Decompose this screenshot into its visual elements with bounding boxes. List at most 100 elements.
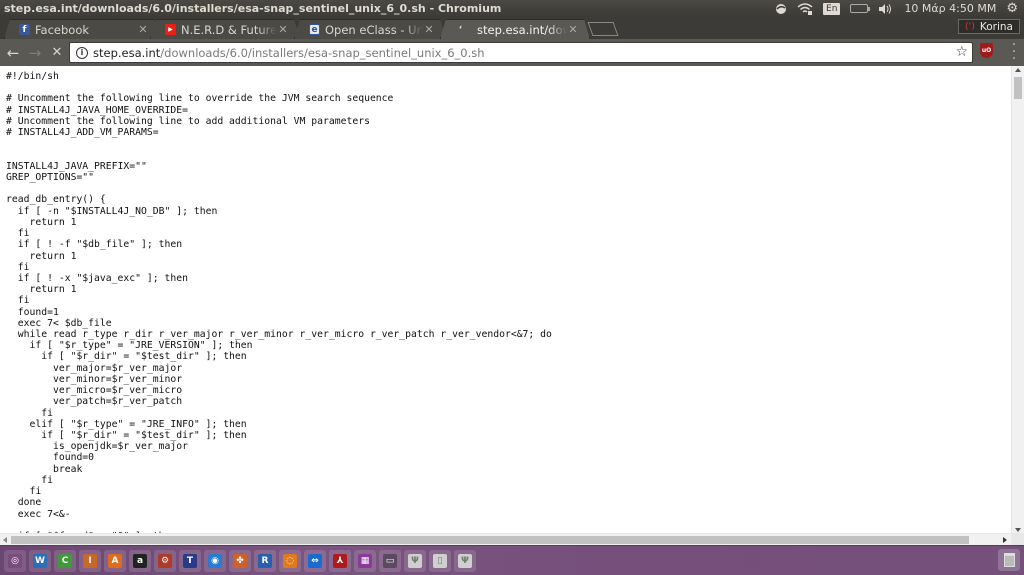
software-center-icon[interactable]: A: [104, 549, 126, 572]
chromium-icon[interactable]: ◉: [204, 549, 226, 572]
scroll-down-arrow-icon[interactable]: [1015, 528, 1021, 532]
source-text: #!/bin/sh # Uncomment the following line…: [6, 71, 552, 542]
libreoffice-writer-icon[interactable]: W: [29, 549, 51, 572]
scrollbar-corner: [1011, 533, 1024, 545]
source-line: GREP_OPTIONS="": [6, 171, 95, 183]
usb-drive-icon[interactable]: Ψ: [404, 549, 426, 572]
stop-button[interactable]: ✕: [46, 42, 68, 64]
url-host: step.esa.int: [93, 45, 161, 60]
keyboard-layout-indicator[interactable]: En: [823, 2, 841, 15]
scroll-left-arrow-icon[interactable]: [3, 537, 7, 543]
ublock-extension-icon[interactable]: uO: [980, 43, 993, 58]
tab-nerd-future[interactable]: ▶ N.E.R.D & Future - 1 ✕: [150, 19, 300, 39]
tab-step-esa[interactable]: ʻ step.esa.int/downloads ✕: [440, 19, 590, 39]
source-line: while read r_type r_dir r_ver_major r_ve…: [6, 329, 552, 341]
source-line: return 1: [6, 216, 77, 228]
url-path: /downloads/6.0/installers/esa-snap_senti…: [160, 45, 485, 60]
usb-stick-icon[interactable]: ▯: [429, 549, 451, 572]
chromium-glyph: ◉: [208, 553, 222, 568]
facebook-icon: f: [19, 24, 30, 35]
source-line: [6, 183, 552, 194]
source-line: ver_minor=$r_ver_minor: [6, 373, 183, 385]
window-title-bar: step.esa.int/downloads/6.0/installers/es…: [0, 0, 1024, 17]
close-tab-icon[interactable]: ✕: [423, 23, 435, 36]
source-line: found=0: [6, 452, 95, 464]
source-line: fi: [6, 407, 53, 419]
usb-drive-glyph: Ψ: [408, 553, 422, 568]
source-line: return 1: [6, 250, 77, 262]
profile-icon: (ʻ): [964, 21, 975, 32]
horizontal-scroll-thumb[interactable]: [11, 536, 969, 544]
close-tab-icon[interactable]: ✕: [137, 23, 149, 36]
texmaker-icon[interactable]: T: [179, 549, 201, 572]
horizontal-scrollbar[interactable]: [0, 533, 1011, 545]
rstudio-glyph: R: [258, 553, 272, 568]
tab-title: Facebook: [35, 22, 90, 37]
chrome-menu-icon[interactable]: · · ·: [1011, 38, 1017, 66]
window-glyph: ▭: [383, 553, 397, 568]
amazon-icon[interactable]: a: [129, 549, 151, 572]
source-line: if [ -n "$INSTALL4J_NO_DB" ]; then: [6, 205, 218, 217]
profile-name: Korina: [979, 20, 1013, 33]
libreoffice-calc-icon[interactable]: C: [54, 549, 76, 572]
tab-facebook[interactable]: f Facebook ✕: [4, 19, 160, 39]
usb-drive-2-icon[interactable]: Ψ: [454, 549, 476, 572]
tab-title: N.E.R.D & Future - 1: [181, 22, 277, 37]
source-line: if [ "$r_dir" = "$test_dir" ]; then: [6, 430, 247, 441]
source-line: if [ ! -f "$db_file" ]; then: [6, 239, 183, 251]
libreoffice-impress-icon[interactable]: I: [79, 549, 101, 572]
profile-button[interactable]: (ʻ) Korina: [957, 19, 1020, 34]
clock[interactable]: 10 Μάρ 4:50 ΜΜ: [904, 2, 996, 16]
tab-title: Open eClass - Univ.: [325, 22, 423, 37]
source-line: [6, 138, 552, 149]
close-tab-icon[interactable]: ✕: [277, 23, 289, 36]
wine-glyph: ✤: [233, 553, 247, 568]
acrobat-reader-icon[interactable]: ⅄: [329, 549, 351, 572]
site-info-icon[interactable]: i: [76, 46, 88, 59]
source-line: [6, 520, 552, 531]
anaconda-icon[interactable]: ◌: [279, 549, 301, 572]
system-settings-icon[interactable]: ⚙: [154, 549, 176, 572]
unity-launcher: ◎ W C I Aa ⚙ T ◉ ✤ R ◌ ⇔ ⅄ ▦ ▭ Ψ ▯ Ψ: [0, 545, 1024, 575]
libreoffice-calc-glyph: C: [58, 553, 72, 568]
trash-icon[interactable]: [998, 549, 1020, 571]
close-tab-icon[interactable]: ✕: [567, 23, 579, 36]
usb-stick-glyph: ▯: [433, 553, 447, 568]
source-line: INSTALL4J_JAVA_PREFIX="": [6, 160, 147, 172]
source-line: fi: [6, 295, 30, 307]
bookmark-star-icon[interactable]: ☆: [955, 44, 968, 60]
rstudio-icon[interactable]: R: [254, 549, 276, 572]
sync-icon[interactable]: [775, 2, 787, 16]
wine-icon[interactable]: ✤: [229, 549, 251, 572]
vertical-scroll-thumb[interactable]: [1014, 77, 1022, 99]
window-title: step.esa.int/downloads/6.0/installers/es…: [4, 2, 502, 15]
battery-icon[interactable]: [850, 2, 871, 16]
tab-open-eclass[interactable]: e Open eClass - Univ. ✕: [294, 19, 446, 39]
source-line: # Uncomment the following line to add ad…: [6, 115, 370, 127]
source-line: if [ "$r_type" = "JRE_VERSION" ]; then: [6, 340, 253, 352]
browser-toolbar: ← → ✕ i step.esa.int/downloads/6.0/insta…: [0, 38, 1024, 66]
loading-icon: ʻ: [458, 24, 463, 35]
eclass-icon: e: [309, 24, 320, 35]
source-line: exec 7<&-: [6, 508, 71, 520]
source-line: done: [6, 497, 42, 509]
page-content: #!/bin/sh # Uncomment the following line…: [0, 66, 1024, 545]
scroll-right-arrow-icon[interactable]: [1003, 537, 1007, 543]
source-line: fi: [6, 474, 53, 486]
vertical-scrollbar[interactable]: [1011, 66, 1024, 545]
window-icon[interactable]: ▭: [379, 549, 401, 572]
teamviewer-icon[interactable]: ⇔: [304, 549, 326, 572]
system-settings-glyph: ⚙: [158, 553, 172, 568]
address-bar[interactable]: i step.esa.int/downloads/6.0/installers/…: [69, 42, 973, 63]
power-settings-icon[interactable]: ⚙: [1006, 1, 1018, 16]
new-tab-button[interactable]: [587, 22, 619, 36]
workspace-switcher-icon[interactable]: ▦: [354, 549, 376, 572]
wifi-icon[interactable]: [797, 2, 813, 16]
scroll-up-arrow-icon[interactable]: [1015, 68, 1021, 72]
dash-icon[interactable]: ◎: [4, 549, 26, 572]
volume-icon[interactable]: [878, 2, 894, 16]
back-button[interactable]: ←: [2, 42, 24, 64]
source-line: [6, 150, 552, 161]
forward-button[interactable]: →: [24, 42, 46, 64]
source-line: # INSTALL4J_JAVA_HOME_OVERRIDE=: [6, 104, 188, 116]
